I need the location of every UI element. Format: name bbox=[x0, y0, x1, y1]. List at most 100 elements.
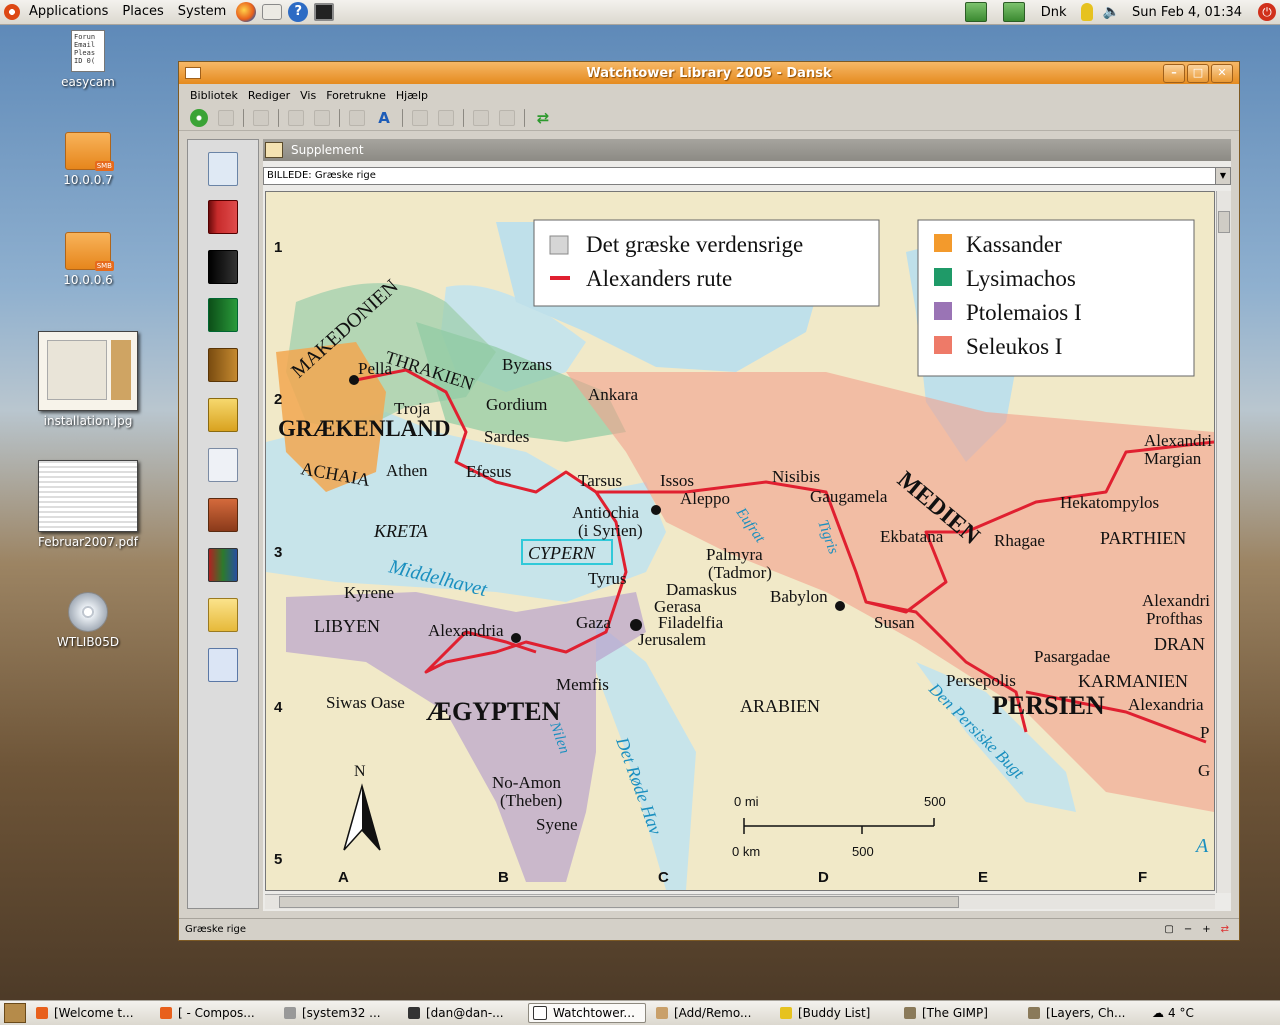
picture-select[interactable]: BILLEDE: Græske rige ▼ bbox=[263, 167, 1231, 185]
firefox-icon[interactable] bbox=[236, 2, 257, 22]
red-book-icon[interactable] bbox=[208, 200, 238, 234]
terminal-icon[interactable] bbox=[314, 3, 335, 21]
region-label: GRÆKENLAND bbox=[278, 416, 451, 441]
back-icon[interactable] bbox=[190, 109, 208, 127]
zoom-in-button[interactable]: + bbox=[1202, 919, 1210, 941]
task-item[interactable]: [Add/Remo... bbox=[652, 1003, 770, 1023]
supplement-panel: Supplement BILLEDE: Græske rige ▼ 1 2 3 … bbox=[263, 139, 1231, 911]
city-label: Margian bbox=[1144, 449, 1202, 468]
window-cascade-icon[interactable] bbox=[499, 110, 515, 126]
network-icon[interactable] bbox=[964, 2, 987, 22]
window-tile-icon[interactable] bbox=[473, 110, 489, 126]
menu-rediger[interactable]: Rediger bbox=[243, 89, 295, 102]
task-item[interactable]: [Buddy List] bbox=[776, 1003, 894, 1023]
vertical-scrollbar[interactable] bbox=[1216, 191, 1231, 893]
bookshelf-icon[interactable] bbox=[208, 548, 238, 582]
city-label: (Theben) bbox=[500, 791, 562, 810]
window-titlebar[interactable]: Watchtower Library 2005 - Dansk – □ ✕ bbox=[179, 62, 1239, 84]
task-item[interactable]: [ - Compos... bbox=[156, 1003, 274, 1023]
places-menu[interactable]: Places bbox=[115, 0, 170, 24]
user-icon[interactable] bbox=[1080, 3, 1093, 21]
print-preview-icon[interactable] bbox=[314, 110, 330, 126]
weather-icon[interactable]: ☁ bbox=[1152, 1006, 1164, 1020]
city-label: Antiochia bbox=[572, 503, 639, 522]
document-view-2-icon[interactable] bbox=[438, 110, 454, 126]
region-label: CYPERN bbox=[528, 543, 596, 563]
close-button[interactable]: ✕ bbox=[1211, 64, 1233, 83]
legend-label: Lysimachos bbox=[966, 266, 1076, 291]
city-label: Byzans bbox=[502, 355, 552, 374]
desktop-icon-label: easycam bbox=[61, 75, 115, 89]
folder-icon bbox=[284, 1007, 296, 1019]
desktop-icon-share-1[interactable]: SMB 10.0.0.7 bbox=[38, 132, 138, 187]
task-item[interactable]: [The GIMP] bbox=[900, 1003, 1018, 1023]
pictures-icon[interactable] bbox=[208, 498, 238, 532]
task-item[interactable]: [Welcome t... bbox=[32, 1003, 150, 1023]
document-view-icon[interactable] bbox=[412, 110, 428, 126]
search-icon[interactable] bbox=[208, 152, 238, 186]
calendar-icon[interactable] bbox=[208, 648, 238, 682]
desktop-icon-installation[interactable]: installation.jpg bbox=[38, 331, 138, 428]
window-icon bbox=[533, 1006, 547, 1020]
city-label: Tarsus bbox=[578, 471, 622, 490]
scroll-thumb[interactable] bbox=[1218, 211, 1230, 233]
desktop-icon-label: installation.jpg bbox=[43, 414, 133, 428]
horizontal-scrollbar[interactable] bbox=[265, 894, 1215, 909]
sync-icon[interactable]: ⇄ bbox=[1221, 919, 1229, 941]
shutdown-icon[interactable]: ⏻ bbox=[1258, 3, 1276, 21]
menu-bibliotek[interactable]: Bibliotek bbox=[185, 89, 243, 102]
forward-icon[interactable] bbox=[218, 110, 234, 126]
toolbar-separator bbox=[463, 109, 464, 127]
keyboard-layout[interactable]: Dnk bbox=[1033, 5, 1075, 20]
task-item-active[interactable]: Watchtower... bbox=[528, 1003, 646, 1023]
water-label: A bbox=[1194, 835, 1209, 857]
toolbar-separator bbox=[278, 109, 279, 127]
city-dot-alexandria bbox=[511, 633, 521, 643]
desktop-icon-pdf[interactable]: Februar2007.pdf bbox=[38, 460, 138, 549]
print-icon[interactable] bbox=[288, 110, 304, 126]
sync-arrows-icon[interactable]: ⇄ bbox=[534, 109, 552, 127]
index-icon[interactable] bbox=[208, 448, 238, 482]
task-item[interactable]: [Layers, Ch... bbox=[1024, 1003, 1142, 1023]
font-icon[interactable]: A bbox=[375, 109, 393, 127]
applications-menu[interactable]: Applications bbox=[22, 0, 115, 24]
volume-icon[interactable]: 🔈 bbox=[1103, 4, 1120, 20]
desktop-icon-share-2[interactable]: SMB 10.0.0.6 bbox=[38, 232, 138, 287]
brochure-icon[interactable] bbox=[208, 398, 238, 432]
folder-icon[interactable] bbox=[208, 598, 238, 632]
desktop-icon-easycam[interactable]: Forun Email Pleas ID 0( easycam bbox=[38, 30, 138, 89]
desktop-icon-cdrom[interactable]: WTLIB05D bbox=[38, 592, 138, 649]
green-book-icon[interactable] bbox=[208, 298, 238, 332]
clock[interactable]: Sun Feb 4, 01:34 bbox=[1124, 5, 1250, 20]
copy-icon[interactable] bbox=[253, 110, 269, 126]
region-label: LIBYEN bbox=[314, 616, 380, 636]
task-item[interactable]: [dan@dan-... bbox=[404, 1003, 522, 1023]
task-label: [Add/Remo... bbox=[674, 1006, 752, 1020]
region-label: PERSIEN bbox=[992, 691, 1105, 720]
task-item[interactable]: [system32 ... bbox=[280, 1003, 398, 1023]
brown-book-icon[interactable] bbox=[208, 348, 238, 382]
maximize-button[interactable]: □ bbox=[1187, 64, 1209, 83]
region-label: DRAN bbox=[1154, 634, 1205, 654]
show-desktop-icon[interactable] bbox=[4, 1003, 26, 1023]
zoom-out-button[interactable]: − bbox=[1184, 919, 1192, 941]
city-label: Memfis bbox=[556, 675, 609, 694]
menu-foretrukne[interactable]: Foretrukne bbox=[321, 89, 391, 102]
page-icon[interactable]: ▢ bbox=[1164, 919, 1173, 941]
scroll-thumb[interactable] bbox=[279, 896, 959, 908]
minimize-button[interactable]: – bbox=[1163, 64, 1185, 83]
help-icon[interactable]: ? bbox=[288, 2, 309, 22]
city-label: Gaugamela bbox=[810, 487, 888, 506]
menu-vis[interactable]: Vis bbox=[295, 89, 321, 102]
map-view[interactable]: 1 2 3 4 5 A B C D E F Det græske verdens… bbox=[265, 191, 1215, 891]
mail-icon[interactable] bbox=[262, 4, 283, 20]
black-book-icon[interactable] bbox=[208, 250, 238, 284]
network-icon-2[interactable] bbox=[1002, 2, 1025, 22]
terminal-icon bbox=[408, 1007, 420, 1019]
menu-hjaelp[interactable]: Hjælp bbox=[391, 89, 433, 102]
chevron-down-icon[interactable]: ▼ bbox=[1215, 168, 1230, 184]
weather-temp[interactable]: 4 °C bbox=[1168, 1006, 1194, 1020]
system-menu[interactable]: System bbox=[171, 0, 233, 24]
list-icon[interactable] bbox=[349, 110, 365, 126]
city-label: Efesus bbox=[466, 462, 511, 481]
